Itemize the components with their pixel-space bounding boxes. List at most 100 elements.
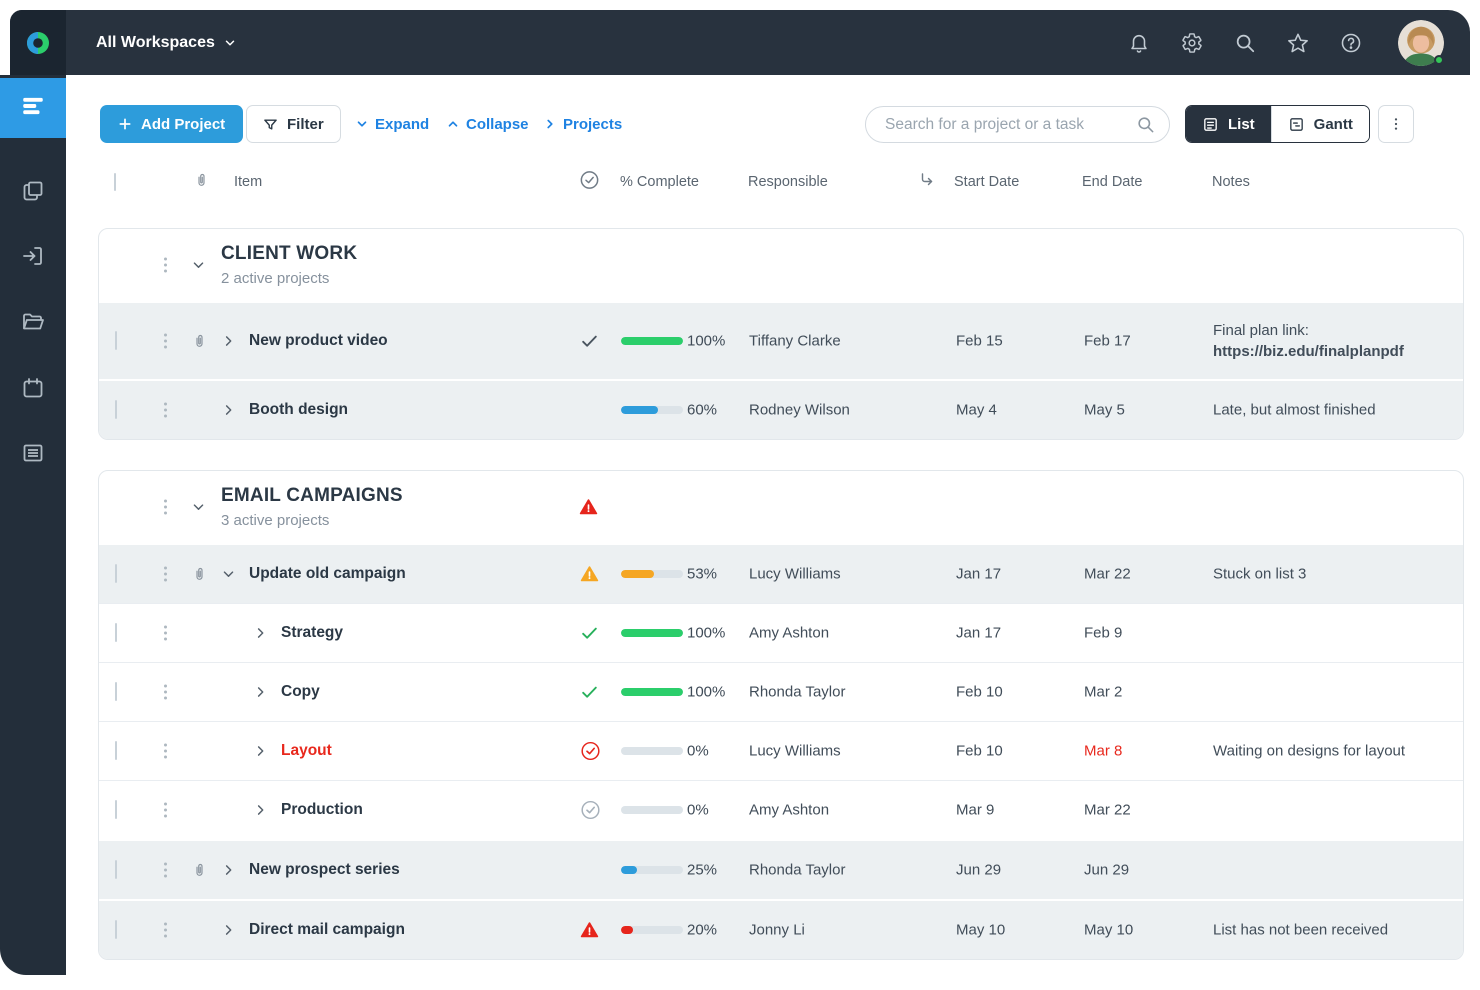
group-title[interactable]: EMAIL CAMPAIGNS xyxy=(221,485,403,507)
group-subtitle: 2 active projects xyxy=(221,270,357,287)
kebab-icon xyxy=(1388,116,1404,132)
filter-label: Filter xyxy=(287,116,324,133)
responsible-name: Rhonda Taylor xyxy=(749,862,845,879)
row-menu-icon[interactable] xyxy=(162,256,169,275)
sidebar-item-projects-folder[interactable] xyxy=(0,294,66,354)
item-title[interactable]: Production xyxy=(281,801,363,819)
user-avatar[interactable] xyxy=(1398,20,1444,66)
row-menu-icon[interactable] xyxy=(162,401,169,420)
expand-row-icon[interactable] xyxy=(221,923,236,938)
row-checkbox[interactable] xyxy=(115,332,117,350)
collapse-group-icon[interactable] xyxy=(191,258,206,273)
item-title[interactable]: Update old campaign xyxy=(249,565,406,583)
sidebar-item-timeline[interactable] xyxy=(0,78,66,138)
expand-row-icon[interactable] xyxy=(253,803,268,818)
start-date-column-header[interactable]: Start Date xyxy=(954,174,1019,190)
end-date-column-header[interactable]: End Date xyxy=(1082,174,1142,190)
complete-column-header[interactable]: % Complete xyxy=(620,174,699,190)
row-checkbox[interactable] xyxy=(115,565,117,583)
progress-bar-fill xyxy=(621,629,683,637)
notifications-icon[interactable] xyxy=(1127,31,1150,54)
expand-row-icon[interactable] xyxy=(221,403,236,418)
favorites-icon[interactable] xyxy=(1286,31,1309,54)
item-column-header[interactable]: Item xyxy=(234,174,262,190)
row-checkbox[interactable] xyxy=(115,742,117,760)
gantt-view-button[interactable]: Gantt xyxy=(1271,106,1369,142)
subtask-row: Layout0%Lucy WilliamsFeb 10Mar 8Waiting … xyxy=(99,721,1463,780)
more-options-button[interactable] xyxy=(1378,105,1414,143)
row-menu-icon[interactable] xyxy=(162,332,169,351)
filter-button[interactable]: Filter xyxy=(246,105,341,143)
progress-bar xyxy=(621,629,683,637)
sidebar-item-reports[interactable] xyxy=(0,425,66,485)
select-all-checkbox[interactable] xyxy=(114,174,116,190)
expand-row-icon[interactable] xyxy=(221,863,236,878)
row-checkbox[interactable] xyxy=(115,683,117,701)
sidebar-item-calendar[interactable] xyxy=(0,360,66,420)
start-date: Feb 10 xyxy=(956,684,1003,701)
chevron-down-icon xyxy=(355,117,369,131)
end-date: Mar 22 xyxy=(1084,566,1131,583)
responsible-column-header[interactable]: Responsible xyxy=(748,174,828,190)
item-title[interactable]: Strategy xyxy=(281,624,343,642)
list-view-button[interactable]: List xyxy=(1186,106,1271,142)
collapse-group-icon[interactable] xyxy=(191,500,206,515)
row-menu-icon[interactable] xyxy=(162,742,169,761)
projects-label: Projects xyxy=(563,116,622,133)
row-menu-icon[interactable] xyxy=(162,498,169,517)
row-menu-icon[interactable] xyxy=(162,624,169,643)
row-menu-icon[interactable] xyxy=(162,801,169,820)
row-menu-icon[interactable] xyxy=(162,683,169,702)
expand-row-icon[interactable] xyxy=(253,744,268,759)
help-icon[interactable] xyxy=(1339,31,1362,54)
expand-link[interactable]: Expand xyxy=(355,105,429,143)
group-header: CLIENT WORK 2 active projects xyxy=(99,229,1463,301)
end-date: Mar 22 xyxy=(1084,802,1131,819)
search-input[interactable] xyxy=(883,115,1136,135)
collapse-label: Collapse xyxy=(466,116,529,133)
group-title-block: CLIENT WORK 2 active projects xyxy=(221,243,357,287)
item-title[interactable]: Copy xyxy=(281,683,320,701)
list-label: List xyxy=(1228,116,1255,133)
row-checkbox[interactable] xyxy=(115,624,117,642)
responsible-name: Amy Ashton xyxy=(749,802,829,819)
workspace-selector[interactable]: All Workspaces xyxy=(96,34,237,52)
item-title[interactable]: New product video xyxy=(249,332,388,350)
search-field xyxy=(865,106,1170,143)
plus-icon xyxy=(118,117,132,131)
row-checkbox[interactable] xyxy=(115,401,117,419)
status-check-icon xyxy=(580,683,599,702)
notes-column-header[interactable]: Notes xyxy=(1212,174,1250,190)
row-checkbox[interactable] xyxy=(115,921,117,939)
search-icon[interactable] xyxy=(1136,115,1155,134)
item-title[interactable]: Booth design xyxy=(249,401,348,419)
settings-icon[interactable] xyxy=(1180,31,1203,54)
item-title[interactable]: Layout xyxy=(281,742,332,760)
expand-row-icon[interactable] xyxy=(253,626,268,641)
collapse-link[interactable]: Collapse xyxy=(446,105,529,143)
row-menu-icon[interactable] xyxy=(162,565,169,584)
expand-row-icon[interactable] xyxy=(221,334,236,349)
item-title[interactable]: New prospect series xyxy=(249,861,400,879)
group-title[interactable]: CLIENT WORK xyxy=(221,243,357,265)
status-check-icon xyxy=(580,624,599,643)
sidebar-item-signin[interactable] xyxy=(0,228,66,288)
project-group-card: EMAIL CAMPAIGNS3 active projectsUpdate o… xyxy=(98,470,1464,960)
end-date: Mar 2 xyxy=(1084,684,1122,701)
row-checkbox[interactable] xyxy=(115,801,117,819)
collapse-row-icon[interactable] xyxy=(221,567,236,582)
topbar-actions xyxy=(1127,20,1444,66)
projects-link[interactable]: Projects xyxy=(543,105,622,143)
item-title[interactable]: Direct mail campaign xyxy=(249,921,405,939)
row-checkbox[interactable] xyxy=(115,861,117,879)
search-icon[interactable] xyxy=(1233,31,1256,54)
add-project-button[interactable]: Add Project xyxy=(100,105,243,143)
online-status-dot xyxy=(1434,55,1444,65)
app-logo[interactable] xyxy=(10,10,66,75)
sidebar-item-boards[interactable] xyxy=(0,163,66,223)
row-menu-icon[interactable] xyxy=(162,921,169,940)
expand-row-icon[interactable] xyxy=(253,685,268,700)
end-date: Jun 29 xyxy=(1084,862,1129,879)
row-menu-icon[interactable] xyxy=(162,861,169,880)
attachment-icon xyxy=(191,566,208,583)
